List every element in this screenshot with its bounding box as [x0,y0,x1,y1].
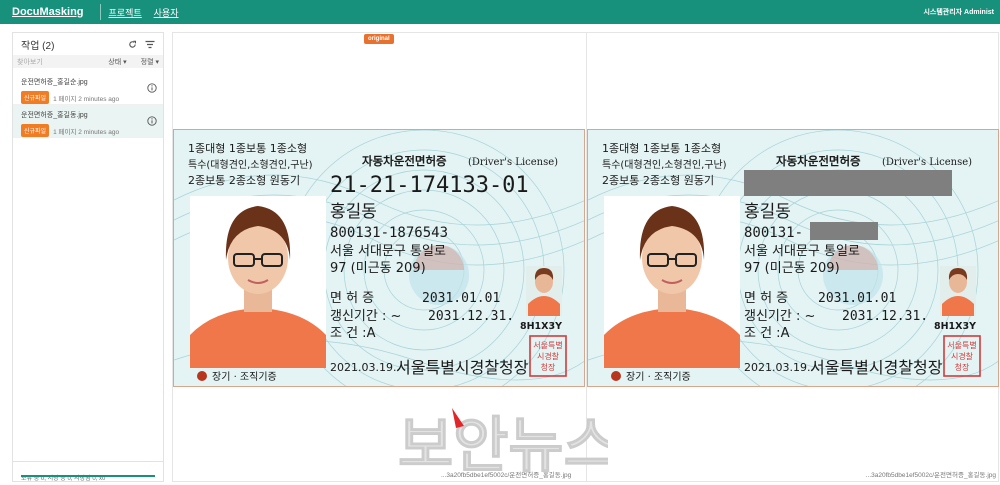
period-label: 갱신기간 : ~ [744,309,815,324]
job-name: 운전면허증_홍길순.jpg [21,79,88,86]
holder-name: 홍길동 [330,202,377,222]
filter-bar: 찾아보기 상태 ▾ 정렬 ▾ [13,55,163,68]
license-types: 2종보통 2종소형 원동기 [602,174,714,187]
seal-text: 시경찰 [537,351,560,361]
watermark-text: 보안뉴스 [398,411,608,472]
holder-rrn: 800131-1876543 [330,225,448,241]
sort-dropdown[interactable]: 정렬 ▾ [141,57,159,67]
top-divider [99,4,101,20]
license-number-mask [744,170,952,196]
seal-text: 서울특별 [533,340,562,350]
right-file-caption: ...3a20fb5dbe1ef5002c/운전면허증_홍길동.jpg [865,472,996,479]
job-meta: 1 페이지 2 minutes ago [53,128,120,136]
seal-text: 청장 [955,362,970,372]
search-input[interactable]: 찾아보기 [17,57,94,67]
license-title: 자동차운전면허증 [776,154,861,168]
user-menu[interactable]: 시스템관리자 Administ [923,7,994,17]
filter-icon[interactable] [145,40,155,49]
donor-mark: 장기 · 조직기증 [212,371,277,383]
license-types: 1종대형 1종보통 1종소형 [602,142,721,155]
info-icon[interactable] [147,83,157,93]
holder-rrn-masked: 800131- [744,225,803,241]
seal-text: 서울특별 [947,340,976,350]
period-date: 2031.12.31. [842,309,928,324]
license-types: 2종보통 2종소형 원동기 [188,174,300,187]
license-title: 자동차운전면허증 [362,154,447,168]
renew-date: 2031.01.01 [818,291,896,306]
period-date: 2031.12.31. [428,309,514,324]
donor-mark: 장기 · 조직기증 [626,371,691,383]
top-bar: DocuMasking 프로젝트 사용자 시스템관리자 Administ [0,0,1000,24]
brand-logo[interactable]: DocuMasking [0,6,96,18]
seal-text: 시경찰 [951,351,974,361]
renew-label: 면 허 증 [330,291,374,306]
serial-code: 8H1X3Y [934,321,976,332]
original-chip: original [364,34,394,44]
serial-code: 8H1X3Y [520,321,562,332]
issuer: 서울특별시경찰청장 [810,358,943,377]
jobs-title: 작업 (2) [21,40,55,52]
job-name: 운전면허증_홍길동.jpg [21,112,88,119]
seal-text: 청장 [541,362,556,372]
jobs-header: 작업 (2) [13,33,163,55]
issuer: 서울특별시경찰청장 [396,358,529,377]
renew-label: 면 허 증 [744,291,788,306]
nav-projects[interactable]: 프로젝트 [109,6,142,19]
chevron-down-icon: ▾ [123,58,127,66]
chevron-down-icon: ▾ [155,58,159,66]
issue-date: 2021.03.19. [744,361,810,374]
sort-label: 정렬 [140,58,154,66]
license-number: 21-21-174133-01 [330,173,529,198]
rrn-mask [810,222,878,240]
progress-bar [21,475,155,477]
status-badge: 신규파일 [21,91,50,104]
condition: 조 건 :A [330,326,376,341]
jobs-panel: 작업 (2) 찾아보기 상태 ▾ 정렬 ▾ 운전면허증_홍길순.jpg 신규파일… [12,32,164,482]
issue-date: 2021.03.19. [330,361,396,374]
status-footer: 보류 중 0, 저장 중 0, 저장됨 0, x0 [13,461,163,482]
renew-date: 2031.01.01 [422,291,500,306]
status-label: 상태 [108,58,122,66]
original-image[interactable]: 서울특별 시경찰 청장 1종대형 1종보통 1종소형 특수(대형견인,소형견인,… [173,129,585,387]
license-title-en: (Driver's License) [468,157,558,168]
license-types: 특수(대형견인,소형견인,구난) [188,159,313,171]
progress-fill [21,475,155,477]
job-meta: 1 페이지 2 minutes ago [53,95,120,103]
status-dropdown[interactable]: 상태 ▾ [108,57,126,67]
period-label: 갱신기간 : ~ [330,309,401,324]
watermark: 보안뉴스 [398,408,608,472]
info-icon[interactable] [147,116,157,126]
masked-image[interactable]: 서울특별 시경찰 청장 1종대형 1종보통 1종소형 특수(대형견인,소형견인,… [587,129,999,387]
holder-address: 서울 서대문구 통일로 [744,244,860,259]
job-item[interactable]: 운전면허증_홍길동.jpg 신규파일 1 페이지 2 minutes ago [13,105,163,138]
status-badge: 신규파일 [21,124,50,137]
job-item[interactable]: 운전면허증_홍길순.jpg 신규파일 1 페이지 2 minutes ago [13,72,163,105]
refresh-icon[interactable] [128,40,137,49]
license-types: 1종대형 1종보통 1종소형 [188,142,307,155]
holder-address: 서울 서대문구 통일로 [330,244,446,259]
holder-address: 97 (미근동 209) [330,261,426,276]
license-types: 특수(대형견인,소형견인,구난) [602,159,727,171]
nav-users[interactable]: 사용자 [154,6,179,19]
holder-name: 홍길동 [744,202,791,222]
condition: 조 건 :A [744,326,790,341]
holder-address: 97 (미근동 209) [744,261,840,276]
license-title-en: (Driver's License) [882,157,972,168]
